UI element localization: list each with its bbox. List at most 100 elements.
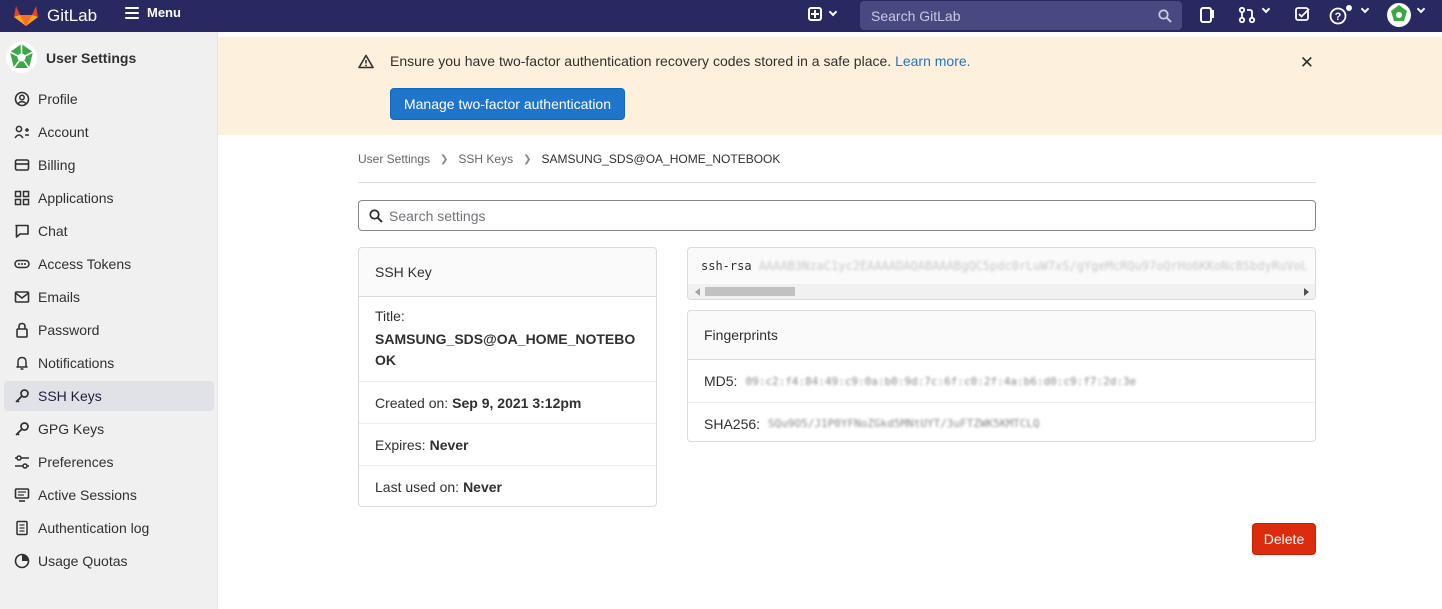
manage-2fa-button[interactable]: Manage two-factor authentication	[390, 88, 625, 120]
breadcrumb-item-user-settings[interactable]: User Settings	[358, 152, 430, 166]
md5-value: 09:c2:f4:84:49:c9:0a:b0:9d:7c:6f:c0:2f:4…	[745, 374, 1137, 388]
breadcrumb-item-current[interactable]: SAMSUNG_SDS@OA_HOME_NOTEBOOK	[542, 152, 781, 166]
scroll-right-arrow-icon[interactable]	[1304, 288, 1309, 296]
delete-button[interactable]: Delete	[1252, 523, 1316, 555]
global-search-input[interactable]	[860, 1, 1182, 30]
sidebar-item-profile[interactable]: Profile	[4, 84, 214, 114]
created-label: Created on:	[375, 394, 449, 411]
sidebar-item-label: Profile	[38, 91, 78, 107]
ssh-key-text: ssh-rsa AAAAB3NzaC1yc2EAAAADAQABAAABgQC5…	[701, 259, 1308, 273]
scrollbar-thumb[interactable]	[705, 287, 795, 296]
sidebar-item-ssh-keys[interactable]: SSH Keys	[4, 381, 214, 411]
key-type: ssh-rsa	[701, 259, 752, 273]
merge-requests-icon[interactable]	[1238, 6, 1256, 24]
ssh-key-details-card: SSH Key Title: SAMSUNG_SDS@OA_HOME_NOTEB…	[358, 247, 657, 507]
chevron-down-icon[interactable]	[1416, 4, 1426, 14]
sidebar-item-billing[interactable]: Billing	[4, 150, 214, 180]
sidebar-item-label: Preferences	[38, 454, 114, 470]
sidebar-item-access-tokens[interactable]: Access Tokens	[4, 249, 214, 279]
menu-button[interactable]: Menu	[125, 5, 181, 20]
sha256-row: SHA256: SQu9O5/J1P0YFNoZGkd5MNtUYT/3uFTZ…	[688, 402, 1315, 444]
menu-label: Menu	[147, 5, 181, 20]
expires-row: Expires: Never	[359, 424, 656, 466]
chat-icon	[15, 224, 29, 238]
warning-icon	[358, 54, 374, 69]
sidebar-item-account[interactable]: Account	[4, 117, 214, 147]
billing-icon	[14, 159, 30, 171]
hamburger-icon	[125, 6, 139, 19]
expires-value: Never	[429, 436, 469, 453]
account-icon	[14, 125, 29, 139]
last-used-value: Never	[463, 479, 502, 495]
two-factor-alert: Ensure you have two-factor authenticatio…	[218, 37, 1442, 135]
plus-square-icon	[808, 7, 822, 21]
fingerprints-card: Fingerprints MD5: 09:c2:f4:84:49:c9:0a:b…	[687, 310, 1316, 442]
bell-icon	[16, 356, 28, 370]
mail-icon	[14, 291, 30, 303]
search-icon	[369, 209, 383, 223]
sidebar-item-label: Chat	[38, 223, 68, 239]
key-title-label: Title:	[375, 307, 405, 324]
created-value: Sep 9, 2021 3:12pm	[452, 394, 582, 411]
sidebar-item-label: Notifications	[38, 355, 115, 371]
key-title-value: SAMSUNG_SDS@OA_HOME_NOTEBOOK	[375, 330, 636, 368]
sidebar-item-label: GPG Keys	[38, 421, 105, 437]
card-header: SSH Key	[359, 248, 656, 297]
sidebar-item-preferences[interactable]: Preferences	[4, 447, 214, 477]
sidebar-item-label: Access Tokens	[38, 256, 132, 272]
sidebar-item-applications[interactable]: Applications	[4, 183, 214, 213]
settings-search[interactable]	[358, 200, 1316, 231]
breadcrumb-item-ssh-keys[interactable]: SSH Keys	[458, 152, 513, 166]
sidebar-item-password[interactable]: Password	[4, 315, 214, 345]
key-title-row: Title: SAMSUNG_SDS@OA_HOME_NOTEBOOK	[359, 297, 656, 382]
key-icon	[15, 422, 29, 436]
sidebar-item-notifications[interactable]: Notifications	[4, 348, 214, 378]
sidebar-item-active-sessions[interactable]: Active Sessions	[4, 480, 214, 510]
sidebar-item-label: Applications	[38, 190, 114, 206]
sidebar-title: User Settings	[46, 49, 137, 66]
last-used-label: Last used on:	[375, 479, 460, 495]
chevron-down-icon[interactable]	[1261, 4, 1271, 14]
ssh-key-body[interactable]: ssh-rsa AAAAB3NzaC1yc2EAAAADAQABAAABgQC5…	[687, 247, 1316, 300]
sidebar-item-authentication-log[interactable]: Authentication log	[4, 513, 214, 543]
breadcrumb: User Settings ❯ SSH Keys ❯ SAMSUNG_SDS@O…	[358, 152, 780, 166]
expires-label: Expires:	[375, 436, 426, 453]
user-avatar[interactable]	[1387, 3, 1411, 27]
svg-text:?: ?	[1335, 11, 1342, 23]
sidebar-item-label: Emails	[38, 289, 81, 305]
sidebar-item-usage-quotas[interactable]: Usage Quotas	[4, 546, 214, 576]
user-settings-avatar	[6, 42, 37, 73]
monitor-icon	[14, 488, 30, 502]
chevron-right-icon: ❯	[523, 153, 532, 165]
alert-text: Ensure you have two-factor authenticatio…	[390, 53, 892, 69]
sidebar-item-label: Account	[38, 124, 89, 140]
sidebar-item-chat[interactable]: Chat	[4, 216, 214, 246]
md5-row: MD5: 09:c2:f4:84:49:c9:0a:b0:9d:7c:6f:c0…	[688, 360, 1315, 402]
sidebar-item-gpg-keys[interactable]: GPG Keys	[4, 414, 214, 444]
todos-icon[interactable]	[1294, 6, 1311, 23]
horizontal-scrollbar[interactable]	[688, 284, 1315, 299]
brand-name[interactable]: GitLab	[47, 6, 97, 26]
sidebar-item-emails[interactable]: Emails	[4, 282, 214, 312]
chevron-right-icon: ❯	[440, 153, 449, 165]
applications-icon	[14, 190, 30, 206]
sidebar-item-label: Billing	[38, 157, 76, 173]
sidebar-header[interactable]: User Settings	[6, 42, 136, 73]
close-icon[interactable]: ✕	[1300, 53, 1314, 73]
new-dropdown-button[interactable]	[808, 7, 838, 21]
global-search[interactable]	[860, 1, 1182, 30]
last-used-row: Last used on: Never	[359, 466, 656, 508]
sha256-value: SQu9O5/J1P0YFNoZGkd5MNtUYT/3uFTZWK5KMTCL…	[768, 417, 1040, 430]
settings-search-input[interactable]	[359, 201, 1315, 230]
help-icon[interactable]: ?	[1329, 4, 1357, 26]
sidebar-item-label: Password	[38, 322, 100, 338]
issues-icon[interactable]	[1199, 6, 1216, 24]
md5-label: MD5:	[704, 373, 738, 389]
preferences-icon	[15, 455, 29, 469]
quota-icon	[14, 553, 30, 569]
chevron-down-icon[interactable]	[1360, 4, 1370, 14]
gitlab-logo-icon[interactable]	[13, 3, 39, 27]
learn-more-link[interactable]: Learn more.	[895, 53, 970, 69]
scroll-left-arrow-icon[interactable]	[695, 288, 700, 296]
sidebar: User Settings Profile Account Billing Appli…	[0, 32, 218, 609]
